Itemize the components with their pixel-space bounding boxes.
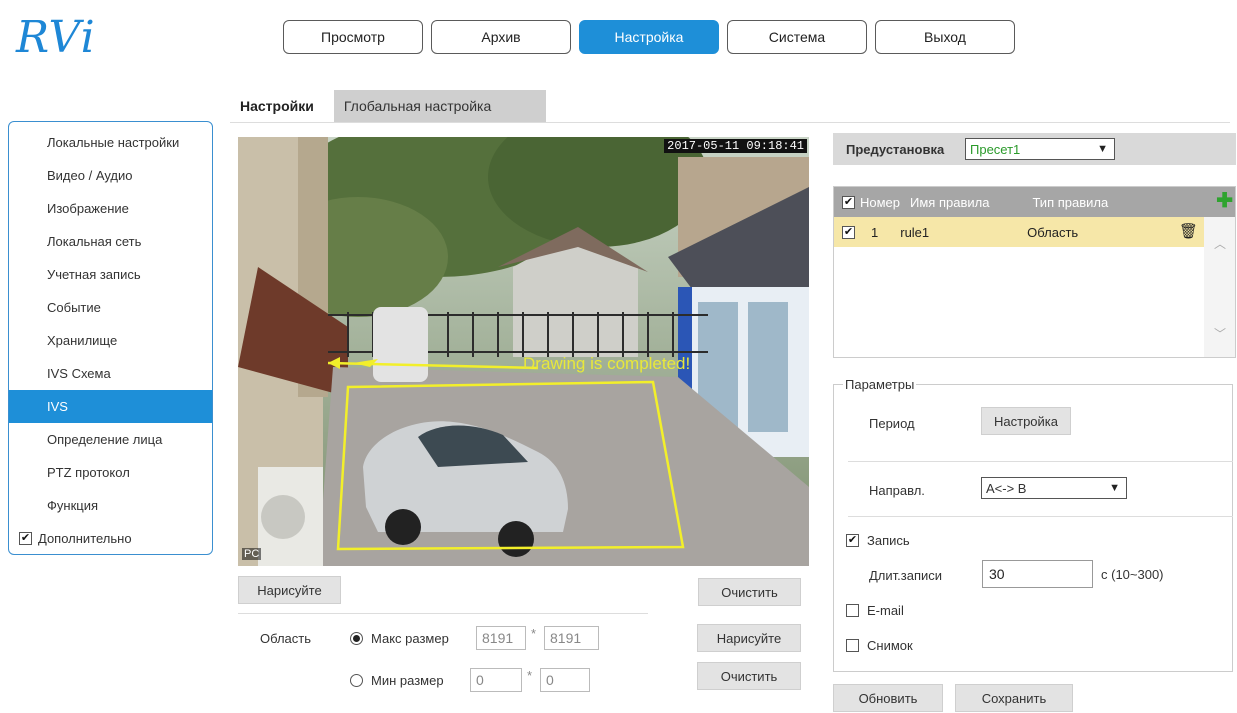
clear-size-button[interactable]: Очистить: [697, 662, 801, 690]
nav-exit-button[interactable]: Выход: [875, 20, 1015, 54]
max-height-input[interactable]: 8191: [544, 626, 599, 650]
min-times-sign: *: [527, 668, 533, 683]
email-checkbox[interactable]: [846, 604, 859, 617]
period-settings-button[interactable]: Настройка: [981, 407, 1071, 435]
snapshot-checkbox[interactable]: [846, 639, 859, 652]
max-size-label: Макс размер: [371, 631, 449, 646]
rule-type: Область: [1027, 224, 1079, 240]
max-width-input[interactable]: 8191: [476, 626, 526, 650]
nav-archive-button[interactable]: Архив: [431, 20, 571, 54]
video-timestamp: 2017-05-11 09:18:41: [664, 139, 807, 153]
select-all-rules-checkbox[interactable]: [842, 195, 855, 209]
advanced-checkbox[interactable]: [19, 532, 32, 545]
nav-system-button[interactable]: Система: [727, 20, 867, 54]
add-rule-icon[interactable]: ✚: [1216, 191, 1233, 211]
top-nav: Просмотр Архив Настройка Система Выход: [283, 20, 1015, 54]
rules-table: Номер Имя правила Тип правила ✚ 1 rule1 …: [833, 186, 1236, 358]
nav-settings-button[interactable]: Настройка: [579, 20, 719, 54]
chevron-down-icon: ▼: [1097, 143, 1108, 155]
sidebar-item-video-audio[interactable]: Видео / Аудио: [9, 159, 212, 192]
sidebar-item-ivs[interactable]: IVS: [9, 390, 212, 423]
period-label: Период: [869, 416, 915, 431]
min-size-label: Мин размер: [371, 673, 444, 688]
record-duration-label: Длит.записи: [869, 568, 943, 583]
chevron-down-icon: ▼: [1109, 482, 1120, 494]
area-label: Область: [260, 631, 312, 646]
sidebar-item-function[interactable]: Функция: [9, 489, 212, 522]
rules-header-name: Имя правила: [910, 194, 990, 210]
max-times-sign: *: [531, 626, 537, 641]
rule-num: 1: [871, 224, 879, 240]
direction-select[interactable]: A<-> B ▼: [981, 477, 1127, 499]
draw-size-button[interactable]: Нарисуйте: [697, 624, 801, 652]
preset-value: Пресет1: [970, 141, 1021, 157]
record-label: Запись: [867, 533, 910, 548]
email-label: E-mail: [867, 603, 904, 618]
tab-settings[interactable]: Настройки: [230, 90, 324, 122]
scroll-down-icon[interactable]: ﹀: [1214, 325, 1226, 342]
sidebar-item-image[interactable]: Изображение: [9, 192, 212, 225]
param-divider: [848, 461, 1233, 462]
direction-label: Направл.: [869, 483, 925, 498]
advanced-label: Дополнительно: [38, 531, 132, 546]
min-size-radio[interactable]: [350, 674, 363, 687]
video-corner-label: PC: [242, 548, 262, 560]
preset-label: Предустановка: [846, 141, 945, 157]
drawing-status-message: Drawing is completed!: [523, 354, 691, 373]
tab-global-settings[interactable]: Глобальная настройка: [333, 90, 546, 122]
camera-scene: [238, 137, 809, 566]
sidebar-item-face-detection[interactable]: Определение лица: [9, 423, 212, 456]
settings-tabs: Настройки Глобальная настройка: [230, 90, 546, 122]
rules-header: Номер Имя правила Тип правила ✚: [834, 187, 1235, 217]
sidebar-item-account[interactable]: Учетная запись: [9, 258, 212, 291]
clear-button[interactable]: Очистить: [698, 578, 801, 606]
min-height-input[interactable]: 0: [540, 668, 590, 692]
rvi-logo: RVi: [8, 10, 138, 63]
tab-divider: [230, 122, 1230, 123]
record-checkbox[interactable]: [846, 534, 859, 547]
sidebar-item-event[interactable]: Событие: [9, 291, 212, 324]
record-duration-range: с (10~300): [1101, 567, 1164, 582]
sidebar-item-local-settings[interactable]: Локальные настройки: [9, 126, 212, 159]
settings-sidebar: Локальные настройки Видео / Аудио Изобра…: [8, 121, 213, 555]
logo-text: RVi: [16, 12, 96, 63]
rules-header-num: Номер: [860, 194, 901, 210]
save-button[interactable]: Сохранить: [955, 684, 1073, 712]
rule-checkbox[interactable]: [842, 225, 855, 239]
min-width-input[interactable]: 0: [470, 668, 522, 692]
controls-divider: [238, 613, 648, 614]
trash-icon[interactable]: 🗑: [1179, 222, 1198, 240]
rules-scrollbar[interactable]: ︿ ﹀: [1204, 217, 1235, 357]
rule-row[interactable]: 1 rule1 Область 🗑: [834, 217, 1206, 247]
max-size-radio[interactable]: [350, 632, 363, 645]
rules-header-type: Тип правила: [1032, 194, 1109, 210]
nav-view-button[interactable]: Просмотр: [283, 20, 423, 54]
sidebar-item-advanced[interactable]: Дополнительно: [9, 522, 212, 555]
camera-preview[interactable]: 2017-05-11 09:18:41 Drawing is completed…: [238, 137, 809, 566]
direction-value: A<-> B: [986, 480, 1027, 496]
draw-button[interactable]: Нарисуйте: [238, 576, 341, 604]
parameters-title: Параметры: [843, 377, 917, 392]
record-duration-input[interactable]: 30: [982, 560, 1093, 588]
sidebar-item-ptz-protocol[interactable]: PTZ протокол: [9, 456, 212, 489]
rule-name: rule1: [900, 224, 930, 240]
refresh-button[interactable]: Обновить: [833, 684, 943, 712]
snapshot-label: Снимок: [867, 638, 913, 653]
scroll-up-icon[interactable]: ︿: [1214, 235, 1226, 252]
param-divider: [848, 516, 1233, 517]
sidebar-item-ivs-scheme[interactable]: IVS Схема: [9, 357, 212, 390]
sidebar-item-storage[interactable]: Хранилище: [9, 324, 212, 357]
preset-select[interactable]: Пресет1 ▼: [965, 138, 1115, 160]
sidebar-item-network[interactable]: Локальная сеть: [9, 225, 212, 258]
